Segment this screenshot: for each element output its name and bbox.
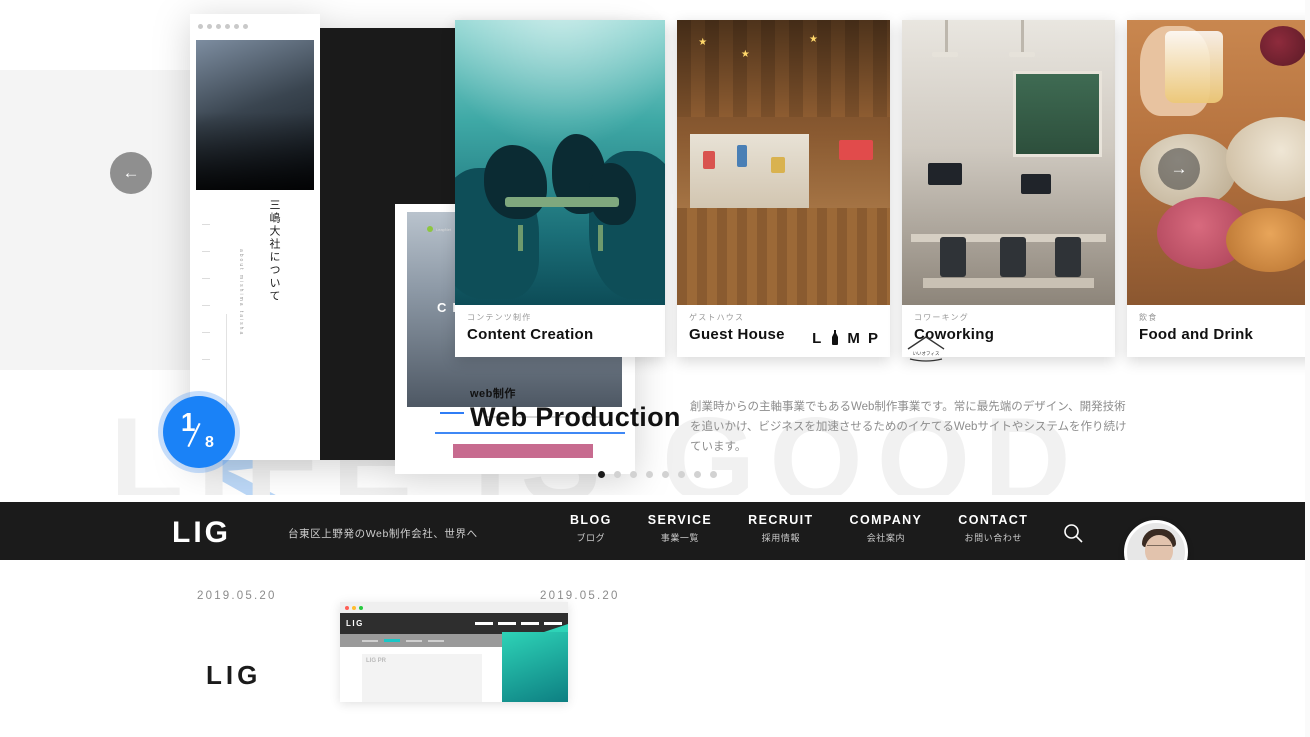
mockup-shrine-photo (196, 40, 314, 190)
nav-label-en: RECRUIT (748, 513, 814, 527)
mock-panel: LIG PR (362, 654, 482, 702)
avatar-glasses (1147, 545, 1171, 551)
feature-rule (440, 412, 464, 414)
nav-label-jp: 採用情報 (761, 533, 801, 543)
service-card-kicker: ゲストハウス (689, 313, 745, 322)
nav-item-company[interactable]: COMPANY 会社案内 (850, 513, 923, 544)
mockup-shrine: 三嶋大社について about mishima taisha (190, 14, 320, 460)
nav-item-blog[interactable]: BLOG ブログ (570, 513, 612, 544)
service-card-body: ゲストハウス Guest House L M P (677, 305, 890, 357)
pagination-dot[interactable] (614, 471, 621, 478)
mock-site-logo: LIG (346, 619, 364, 628)
slide-counter-total: 8 (205, 434, 214, 451)
nav-item-service[interactable]: SERVICE 事業一覧 (648, 513, 712, 544)
search-glyph (1064, 524, 1083, 543)
nav-label-en: COMPANY (849, 513, 923, 527)
service-card-kicker: コワーキング (914, 313, 969, 322)
service-card-body: 飲食 Food and Drink (1127, 305, 1310, 357)
site-header: LIG 台東区上野発のWeb制作会社、世界へ BLOG ブログ SERVICE … (0, 502, 1310, 560)
service-card-image (1127, 20, 1310, 305)
mock-site-nav: LIG (340, 613, 568, 634)
blog-card-row: 2019.05.20 NEW LIG LIG PR LIG 2019.05.20… (0, 560, 1310, 737)
mock-teal-photo (502, 632, 568, 702)
nav-label-jp: 会社案内 (866, 533, 906, 543)
lamp-icon (832, 330, 839, 345)
nav-label-jp: 事業一覧 (660, 533, 700, 543)
service-card-food-and-drink[interactable]: 飲食 Food and Drink (1127, 20, 1310, 357)
main-navigation: BLOG ブログ SERVICE 事業一覧 RECRUIT 採用情報 COMPA… (570, 513, 1028, 544)
feature-title: Web Production (470, 402, 681, 432)
blog-card-2[interactable]: 2019.05.20 (540, 590, 620, 602)
service-card-body: コワーキング Coworking いいオフィス (902, 305, 1115, 362)
feature-description: 創業時からの主軸事業でもあるWeb制作事業です。常に最先端のデザイン、開発技術を… (690, 401, 1127, 454)
service-card-kicker: コンテンツ制作 (467, 313, 532, 322)
slider-prev-button[interactable]: ← (110, 152, 152, 194)
service-card-guest-house[interactable]: ★ ★ ★ ゲストハウス Guest House L M P (677, 20, 890, 357)
pagination-dot[interactable] (598, 471, 605, 478)
mockup-vertical-heading: 三嶋大社について (268, 199, 280, 303)
slider-next-button[interactable]: → (1158, 148, 1200, 190)
service-card-image (455, 20, 665, 305)
service-card-title: Food and Drink (1139, 326, 1254, 343)
site-tagline: 台東区上野発のWeb制作会社、世界へ (288, 528, 478, 540)
pagination-dot[interactable] (710, 471, 717, 478)
service-slider-section: Our Service LIFE IS GOOD 三嶋大社について about … (0, 0, 1310, 495)
showcase-mockups: 三嶋大社について about mishima taisha STYLE つかう。… (190, 14, 635, 474)
pagination-dot[interactable] (630, 471, 637, 478)
iioffice-logo: いいオフィス (904, 333, 948, 363)
blog-card-1-thumbnail: LIG LIG PR (340, 602, 568, 702)
feature-block: web制作 Web Production 創業時からの主軸事業でもあるWeb制作… (440, 385, 1127, 453)
service-card-kicker: 飲食 (1139, 313, 1158, 322)
mock-panel-label: LIG PR (366, 658, 387, 664)
service-card-image: ★ ★ ★ (677, 20, 890, 305)
mockup-browser-bar (198, 20, 310, 32)
nav-label-en: SERVICE (647, 513, 713, 527)
nav-label-en: BLOG (570, 513, 612, 527)
service-card-title: Content Creation (467, 326, 594, 343)
slide-counter: 1 8 (163, 396, 235, 468)
slider-pagination[interactable] (598, 471, 717, 478)
lig-website-page: Our Service LIFE IS GOOD 三嶋大社について about … (0, 0, 1310, 737)
service-card-body: コンテンツ制作 Content Creation (455, 305, 665, 357)
pagination-dot[interactable] (694, 471, 701, 478)
blog-card-date: 2019.05.20 (197, 590, 277, 602)
mockup-change-logo: LeapNet (427, 226, 451, 232)
search-icon[interactable] (1062, 522, 1084, 544)
scrollbar-track[interactable] (1305, 0, 1310, 737)
blog-card-1-logo: LIG (206, 660, 262, 690)
mock-browser-bar (340, 602, 568, 613)
pagination-dot[interactable] (662, 471, 669, 478)
pagination-dot[interactable] (646, 471, 653, 478)
feature-kicker: web制作 (470, 388, 516, 400)
nav-label-jp: ブログ (576, 533, 606, 543)
service-card-coworking[interactable]: コワーキング Coworking いいオフィス (902, 20, 1115, 362)
mockup-change-button (453, 444, 593, 458)
nav-item-contact[interactable]: CONTACT お問い合わせ (958, 513, 1028, 544)
service-card-image (902, 20, 1115, 305)
pagination-dot[interactable] (678, 471, 685, 478)
lamp-logo: L M P (812, 330, 880, 347)
mockup-vertical-subheading: about mishima taisha (238, 249, 244, 337)
svg-text:いいオフィス: いいオフィス (913, 351, 940, 356)
mockup-ticks (202, 224, 212, 424)
nav-label-jp: お問い合わせ (964, 533, 1023, 543)
blog-card-date: 2019.05.20 (540, 590, 620, 602)
service-card-content-creation[interactable]: コンテンツ制作 Content Creation (455, 20, 665, 357)
nav-item-recruit[interactable]: RECRUIT 採用情報 (748, 513, 813, 544)
house-icon: いいオフィス (907, 336, 945, 362)
blog-card-1[interactable]: 2019.05.20 (197, 590, 277, 602)
mockup-change-divider (435, 432, 625, 434)
site-logo[interactable]: LIG (172, 516, 231, 550)
site-logo-text: LIG (172, 516, 231, 549)
nav-label-en: CONTACT (958, 513, 1029, 527)
